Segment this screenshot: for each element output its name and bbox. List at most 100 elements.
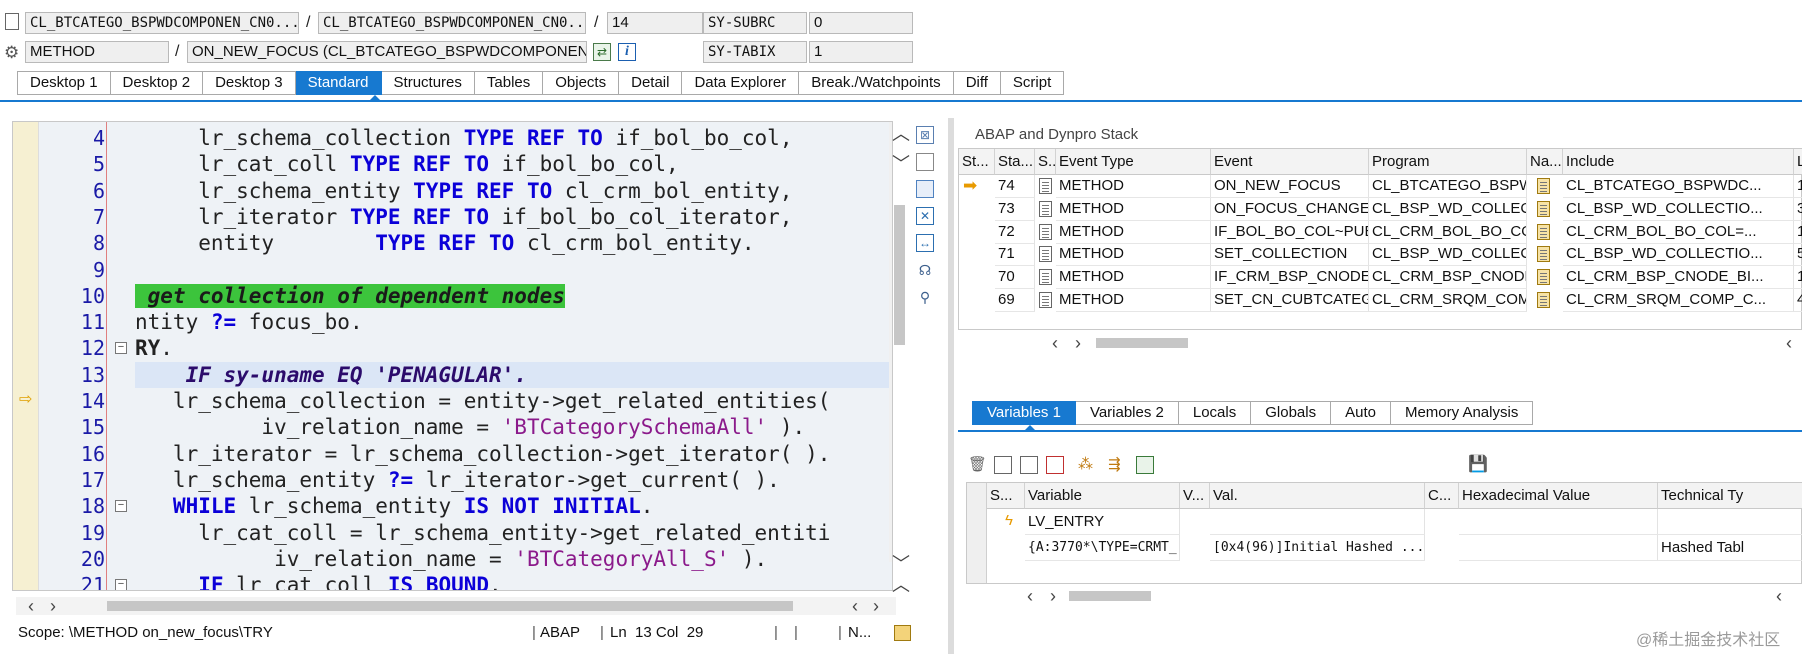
code-line[interactable]: 17 lr_schema_entity ?= lr_iterator->get_… [13, 467, 892, 493]
filter-icon[interactable] [1136, 456, 1154, 474]
navigate-source-icon[interactable] [1537, 269, 1550, 286]
stack-column-header[interactable]: Na... [1527, 149, 1563, 175]
code-line[interactable]: 13 IF sy-uname EQ 'PENAGULAR'. [81, 361, 892, 388]
stack-column-header[interactable]: Sta... [995, 149, 1035, 175]
stack-column-header[interactable]: S.. [1035, 149, 1056, 175]
variables-column-header[interactable]: Technical Ty [1658, 483, 1802, 509]
code-line[interactable]: 7 lr_iterator TYPE REF TO if_bol_bo_col_… [13, 204, 892, 230]
editor-vscroll-thumb[interactable] [894, 205, 905, 345]
scroll-right-icon[interactable]: › [1075, 334, 1081, 352]
method-name-field[interactable]: ON_NEW_FOCUS (CL_BTCATEGO_BSPWDCOMPONEN_… [187, 41, 587, 63]
tab-locals[interactable]: Locals [1178, 401, 1252, 425]
tab-variables-2[interactable]: Variables 2 [1075, 401, 1179, 425]
tab-script[interactable]: Script [1000, 71, 1065, 95]
code-editor[interactable]: 4 lr_schema_collection TYPE REF TO if_bo… [12, 121, 893, 591]
variable-row[interactable]: ϟ LV_ENTRY [967, 509, 1802, 535]
tab-desktop-3[interactable]: Desktop 3 [203, 71, 296, 95]
stack-column-header[interactable]: St... [959, 149, 995, 175]
code-line[interactable]: 11 ntity ?= focus_bo. [13, 309, 892, 335]
variables-column-header[interactable]: Val. [1210, 483, 1425, 509]
close-icon[interactable]: ⊠ [916, 126, 934, 144]
split-icon[interactable]: ↔ [916, 234, 934, 252]
tab-objects[interactable]: Objects [543, 71, 620, 95]
scroll-left-icon[interactable]: ‹ [1027, 587, 1033, 605]
stack-row[interactable]: 70METHODIF_CRM_BSP_CNODE_BI...CL_CRM_BSP… [959, 266, 1802, 290]
sysvar-value-2[interactable]: 1 [809, 41, 913, 63]
scroll-right-icon[interactable]: › [1050, 587, 1056, 605]
scroll-left-icon[interactable]: ‹ [28, 597, 34, 615]
editor-vscrollbar[interactable] [889, 122, 892, 562]
tab-standard[interactable]: Standard [295, 71, 382, 95]
stack-row[interactable]: 73 METHOD ON_FOCUS_CHANGED CL_BSP_WD_COLLEC… [959, 197, 1802, 221]
scroll-right-icon[interactable]: › [873, 597, 879, 615]
navigate-source-icon[interactable] [1537, 246, 1550, 263]
variables-column-header[interactable]: Variable [1025, 483, 1180, 509]
variables-column-header[interactable]: Hexadecimal Value [1459, 483, 1658, 509]
navigate-source-icon[interactable] [1537, 223, 1550, 240]
navigate-source-icon[interactable] [1537, 178, 1550, 194]
variables-column-header[interactable]: S... [987, 483, 1025, 509]
append-row-icon[interactable] [1020, 456, 1038, 474]
variable-value[interactable]: [0x4(96)]Initial Hashed ... [1210, 535, 1425, 561]
scroll-down-icon[interactable]: ︿ [892, 576, 910, 594]
tab-data-explorer[interactable]: Data Explorer [682, 71, 800, 95]
code-line[interactable]: 4 lr_schema_collection TYPE REF TO if_bo… [13, 125, 892, 151]
save-icon[interactable]: 💾 [1468, 456, 1488, 474]
info-icon[interactable]: i [618, 43, 636, 61]
code-line[interactable]: 18− WHILE lr_schema_entity IS NOT INITIA… [13, 493, 892, 519]
scroll-down-icon[interactable]: ﹀ [892, 555, 910, 573]
tab-desktop-2[interactable]: Desktop 2 [110, 71, 204, 95]
code-line[interactable]: 19 lr_cat_coll = lr_schema_entity->get_r… [13, 520, 892, 546]
variables-column-header[interactable]: C... [1425, 483, 1459, 509]
code-line[interactable]: 6 lr_schema_entity TYPE REF TO cl_crm_bo… [13, 178, 892, 204]
navigate-icon[interactable]: ⇄ [593, 43, 611, 61]
scroll-up-icon[interactable]: ﹀ [892, 155, 910, 173]
tab-desktop-1[interactable]: Desktop 1 [17, 71, 111, 95]
delete-icon[interactable]: 🗑 [968, 456, 987, 474]
code-line[interactable]: 14 lr_schema_collection = entity->get_re… [13, 388, 892, 414]
tab-variables-1[interactable]: Variables 1 [972, 401, 1076, 425]
fold-toggle-icon[interactable]: − [115, 579, 127, 590]
event-type-field[interactable]: METHOD [25, 41, 169, 63]
stack-column-header[interactable]: L [1794, 149, 1802, 175]
variables-hscroll-thumb[interactable] [1069, 591, 1151, 601]
headset-icon[interactable]: ☊ [916, 261, 934, 279]
tab-detail[interactable]: Detail [619, 71, 683, 95]
tab-breakpoints[interactable]: Break./Watchpoints [799, 71, 954, 95]
scroll-up-icon[interactable]: ︿ [892, 125, 910, 143]
code-line[interactable]: 5 lr_cat_coll TYPE REF TO if_bol_bo_col, [13, 151, 892, 177]
stack-column-header[interactable]: Include [1563, 149, 1794, 175]
pane-splitter[interactable] [948, 118, 954, 654]
scroll-left-icon[interactable]: ‹ [1052, 334, 1058, 352]
code-line[interactable]: 20 iv_relation_name = 'BTCategoryAll_S' … [13, 546, 892, 572]
navigate-source-icon[interactable] [1537, 292, 1550, 308]
editor-hscroll-thumb[interactable] [107, 601, 793, 611]
variables-column-header[interactable]: V... [1180, 483, 1210, 509]
code-line[interactable]: 9 [13, 257, 892, 283]
copy-icon[interactable] [916, 180, 934, 198]
code-line[interactable]: 8 entity TYPE REF TO cl_crm_bol_entity. [13, 230, 892, 256]
scroll-left-icon[interactable]: ‹ [1786, 334, 1792, 352]
stack-row[interactable]: 72METHODIF_BOL_BO_COL~PUBLI...CL_CRM_BOL… [959, 220, 1802, 244]
scroll-left-icon[interactable]: ‹ [852, 597, 858, 615]
code-line[interactable]: 12− RY. [13, 335, 892, 361]
hierarchy-icon[interactable]: ⁂ [1078, 456, 1096, 474]
stack-row[interactable]: ➡74METHODON_NEW_FOCUSCL_BTCATEGO_BSPWDC.… [959, 175, 1802, 198]
tab-globals[interactable]: Globals [1251, 401, 1332, 425]
tab-tables[interactable]: Tables [474, 71, 544, 95]
scroll-left-icon[interactable]: ‹ [1776, 587, 1782, 605]
variable-value[interactable] [1210, 509, 1425, 535]
insert-row-icon[interactable] [994, 456, 1012, 474]
code-line[interactable]: 10 get collection of dependent nodes [13, 283, 892, 309]
code-line[interactable]: 15 iv_relation_name = 'BTCategorySchemaA… [13, 414, 892, 440]
tab-auto[interactable]: Auto [1331, 401, 1391, 425]
include-name-field[interactable]: CL_BTCATEGO_BSPWDCOMPONEN_CN0... [318, 12, 586, 34]
fold-toggle-icon[interactable]: − [115, 500, 127, 513]
navigate-source-icon[interactable] [1537, 200, 1550, 217]
stack-hscroll-thumb[interactable] [1096, 338, 1188, 348]
new-page-icon[interactable] [916, 153, 934, 171]
code-line[interactable]: 21− IF lr cat coll IS BOUND. [13, 572, 892, 590]
variables-grid[interactable]: S... Variable V... Val. C... Hexadecimal Valu… [966, 482, 1802, 584]
stack-row[interactable]: 69METHODSET_CN_CUBTCATEGOR...CL_CRM_SRQM… [959, 289, 1802, 312]
line-number-field[interactable]: 14 [607, 12, 703, 34]
